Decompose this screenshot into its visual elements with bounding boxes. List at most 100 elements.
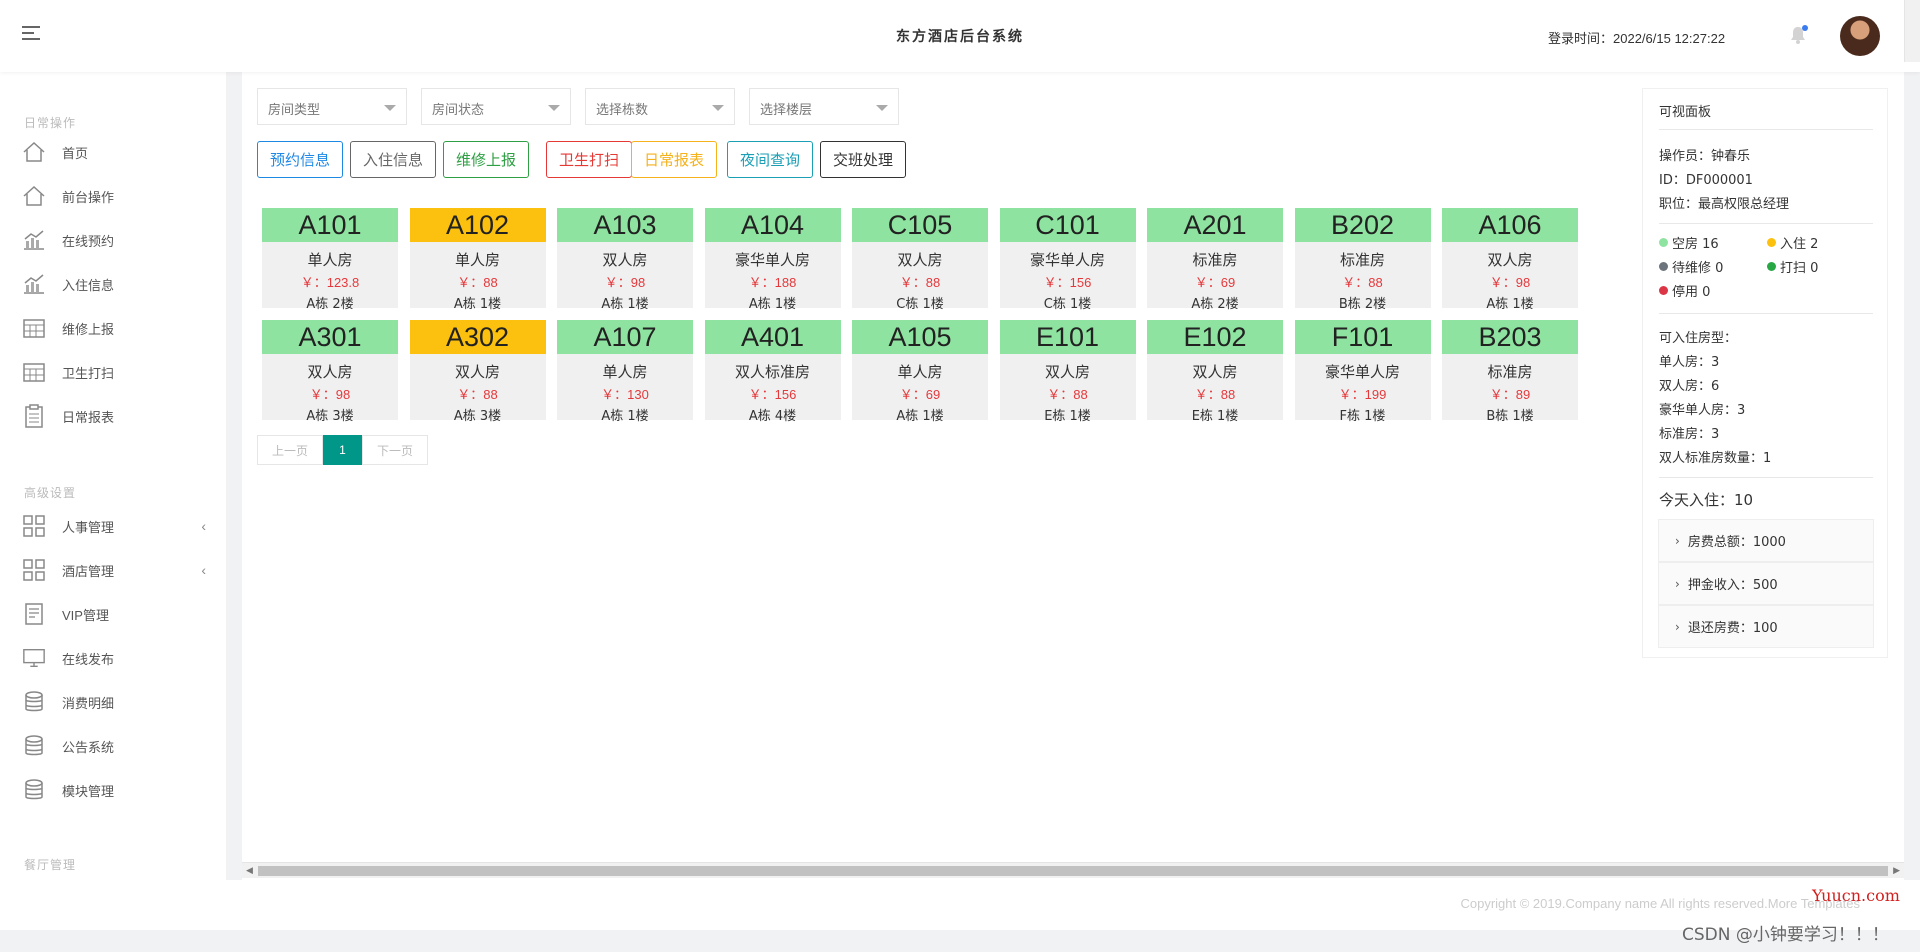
room-type-count: 豪华单人房：3	[1659, 403, 1746, 418]
legend-item: 停用 0	[1659, 281, 1710, 300]
sidebar-item-8[interactable]: 酒店管理 ‹	[22, 550, 212, 590]
room-price: ￥：88	[899, 275, 941, 290]
sidebar-item-10[interactable]: 在线发布	[22, 638, 212, 678]
room-location: C栋 1楼	[896, 297, 944, 312]
scroll-right-icon[interactable]: ▶	[1893, 865, 1900, 876]
sidebar-item-3[interactable]: 入住信息	[22, 264, 212, 304]
sidebar-item-12[interactable]: 公告系统	[22, 726, 212, 766]
room-card[interactable]: C105 双人房 ￥：88 C栋 1楼	[852, 208, 988, 312]
legend-item: 空房 16	[1659, 233, 1719, 252]
room-card[interactable]: A201 标准房 ￥：69 A栋 2楼	[1147, 208, 1283, 312]
room-card[interactable]: A107 单人房 ￥：130 A栋 1楼	[557, 320, 693, 424]
room-location: A栋 2楼	[306, 297, 354, 312]
summary-accordion-item[interactable]: › 房费总额：1000	[1658, 519, 1874, 562]
room-card[interactable]: E101 双人房 ￥：88 E栋 1楼	[999, 320, 1136, 424]
room-number: C105	[852, 208, 988, 242]
scrollbar-thumb[interactable]	[258, 866, 1888, 876]
room-card[interactable]: C101 豪华单人房 ￥：156 C栋 1楼	[999, 208, 1136, 312]
room-type: 豪华单人房	[1324, 363, 1400, 381]
room-number: A104	[704, 208, 841, 242]
summary-accordion-item[interactable]: › 押金收入：500	[1658, 562, 1874, 605]
vertical-scrollbar[interactable]	[1904, 0, 1920, 62]
sidebar-item-6[interactable]: 日常报表	[22, 396, 212, 436]
room-card[interactable]: E102 双人房 ￥：88 E栋 1楼	[1147, 320, 1283, 424]
room-card[interactable]: B202 标准房 ￥：88 B栋 2楼	[1294, 208, 1431, 312]
room-type-count: 双人标准房数量：1	[1659, 451, 1772, 466]
filter-select-2[interactable]: 选择栋数	[585, 88, 735, 125]
home-icon	[22, 140, 46, 164]
filter-select-0[interactable]: 房间类型	[257, 88, 407, 125]
action-button-6[interactable]: 交班处理	[820, 141, 907, 178]
prev-page-button[interactable]: 上一页	[257, 435, 323, 465]
footer: Copyright © 2019.Company name All rights…	[226, 880, 1920, 930]
sidebar-item-label: 首页	[62, 145, 89, 161]
next-page-button[interactable]: 下一页	[362, 435, 428, 465]
sidebar-item-5[interactable]: 卫生打扫	[22, 352, 212, 392]
sidebar-item-2[interactable]: 在线预约	[22, 220, 212, 260]
room-price: ￥：88	[457, 275, 498, 290]
sidebar-item-label: 在线预约	[62, 233, 115, 249]
horizontal-scrollbar[interactable]: ◀ ▶	[242, 862, 1904, 878]
action-button-0[interactable]: 预约信息	[257, 141, 344, 178]
sidebar-item-0[interactable]: 首页	[22, 132, 212, 172]
summary-label: 押金收入：500	[1687, 578, 1778, 593]
room-price: ￥：89	[1489, 387, 1531, 402]
room-card[interactable]: A104 豪华单人房 ￥：188 A栋 1楼	[704, 208, 841, 312]
chevron-down-icon	[712, 105, 724, 111]
filter-select-3[interactable]: 选择楼层	[749, 88, 899, 125]
room-price: ￥：98	[604, 275, 646, 290]
room-card[interactable]: A302 双人房 ￥：88 A栋 3楼	[409, 320, 546, 424]
room-card[interactable]: B203 标准房 ￥：89 B栋 1楼	[1442, 320, 1578, 424]
room-type: 双人房	[454, 363, 500, 381]
room-card[interactable]: A102 单人房 ￥：88 A栋 1楼	[409, 208, 546, 312]
avatar[interactable]	[1840, 16, 1880, 56]
sidebar-item-label: 入住信息	[62, 277, 115, 293]
room-card[interactable]: F101 豪华单人房 ￥：199 F栋 1楼	[1294, 320, 1431, 424]
calendar-icon	[22, 360, 46, 384]
room-type: 豪华单人房	[1029, 251, 1105, 269]
room-price: ￥：199	[1338, 387, 1387, 402]
filter-select-1[interactable]: 房间状态	[421, 88, 571, 125]
action-button-2[interactable]: 维修上报	[443, 141, 530, 178]
sidebar-group-advanced: 高级设置	[24, 486, 77, 500]
summary-label: 退还房费：100	[1687, 621, 1778, 636]
bell-icon[interactable]	[1790, 25, 1808, 44]
room-card[interactable]: A301 双人房 ￥：98 A栋 3楼	[262, 320, 398, 424]
sidebar-item-label: 消费明细	[62, 695, 115, 711]
summary-label: 房费总额：1000	[1687, 535, 1786, 550]
scroll-left-icon[interactable]: ◀	[246, 865, 253, 876]
chart-icon	[22, 272, 46, 296]
legend-item: 入住 2	[1767, 233, 1818, 252]
action-button-1[interactable]: 入住信息	[350, 141, 437, 178]
sidebar-item-13[interactable]: 模块管理	[22, 770, 212, 810]
filter-label: 房间类型	[268, 102, 321, 117]
page-1-button[interactable]: 1	[323, 435, 362, 465]
room-card[interactable]: A106 双人房 ￥：98 A栋 1楼	[1442, 208, 1578, 312]
sidebar-item-11[interactable]: 消费明细	[22, 682, 212, 722]
room-location: C栋 1楼	[1043, 297, 1092, 312]
sidebar-item-4[interactable]: 维修上报	[22, 308, 212, 348]
room-price: ￥：156	[1043, 275, 1092, 290]
sidebar-item-label: 前台操作	[62, 189, 115, 205]
room-type: 双人房	[307, 363, 353, 381]
menu-toggle-icon[interactable]	[22, 26, 40, 42]
legend-label: 停用 0	[1672, 285, 1711, 300]
room-card[interactable]: A401 双人标准房 ￥：156 A栋 4楼	[704, 320, 841, 424]
action-button-4[interactable]: 日常报表	[631, 141, 718, 178]
room-type-count: 单人房：3	[1659, 355, 1720, 370]
room-card[interactable]: A101 单人房 ￥：123.8 A栋 2楼	[262, 208, 398, 312]
sidebar-item-9[interactable]: VIP管理	[22, 594, 212, 634]
room-type: 标准房	[1339, 251, 1385, 269]
chevron-down-icon	[876, 105, 888, 111]
sidebar-item-7[interactable]: 人事管理 ‹	[22, 506, 212, 546]
chevron-left-icon: ‹	[201, 562, 206, 578]
monitor-icon	[22, 646, 46, 670]
room-card[interactable]: A103 双人房 ￥：98 A栋 1楼	[557, 208, 693, 312]
action-button-3[interactable]: 卫生打扫	[546, 141, 633, 178]
room-card[interactable]: A105 单人房 ￥：69 A栋 1楼	[852, 320, 988, 424]
sidebar-item-1[interactable]: 前台操作	[22, 176, 212, 216]
action-button-5[interactable]: 夜间查询	[727, 141, 814, 178]
summary-accordion-item[interactable]: › 退还房费：100	[1658, 605, 1874, 648]
room-price: ￥：123.8	[300, 275, 360, 290]
room-type: 豪华单人房	[734, 251, 810, 269]
